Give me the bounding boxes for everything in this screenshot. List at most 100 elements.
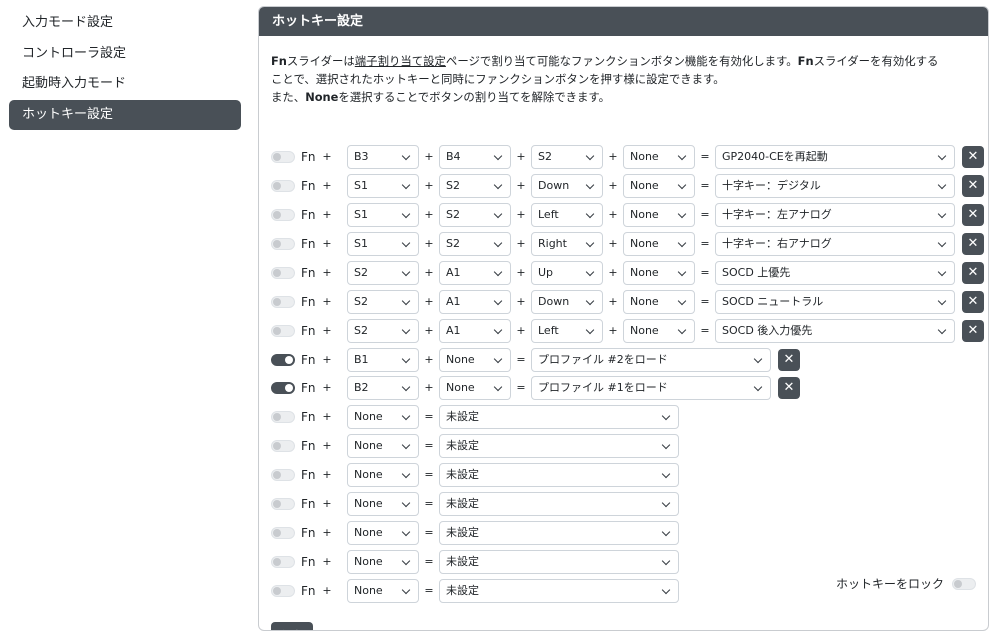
fn-toggle[interactable] xyxy=(271,556,295,569)
button-select[interactable]: S2 xyxy=(347,289,419,314)
button-select[interactable]: None xyxy=(623,145,695,169)
button-select[interactable]: B2 xyxy=(347,376,419,401)
button-select[interactable]: B4 xyxy=(439,145,511,169)
button-select[interactable]: Left xyxy=(531,202,603,227)
button-select[interactable]: None xyxy=(347,405,419,430)
action-select[interactable]: SOCD ニュートラル xyxy=(715,289,955,314)
fn-toggle[interactable] xyxy=(271,266,295,279)
delete-hotkey-button[interactable]: ✕ xyxy=(962,174,984,197)
sidebar-item-hotkey-settings[interactable]: ホットキー設定 xyxy=(9,99,241,130)
action-select[interactable]: 未設定 xyxy=(439,463,679,488)
action-select[interactable]: 未設定 xyxy=(439,405,679,430)
button-select[interactable]: S2 xyxy=(439,173,511,198)
action-select[interactable]: 未設定 xyxy=(439,492,679,517)
fn-toggle[interactable] xyxy=(271,498,295,511)
button-select[interactable]: A1 xyxy=(439,318,511,343)
fn-toggle[interactable] xyxy=(271,382,295,395)
action-select[interactable]: プロファイル #2をロード xyxy=(531,347,771,372)
chevron-down-icon xyxy=(493,267,503,276)
button-select[interactable]: S2 xyxy=(531,145,603,169)
button-select[interactable]: Down xyxy=(531,173,603,198)
action-select[interactable]: SOCD 上優先 xyxy=(715,260,955,285)
button-select[interactable]: None xyxy=(347,521,419,546)
action-select[interactable]: SOCD 後入力優先 xyxy=(715,318,955,343)
button-select[interactable]: None xyxy=(623,260,695,285)
delete-hotkey-button[interactable]: ✕ xyxy=(778,377,800,400)
button-select[interactable]: None xyxy=(623,173,695,198)
button-select[interactable]: Up xyxy=(531,260,603,285)
action-select[interactable]: プロファイル #1をロード xyxy=(531,376,771,401)
equals-sign: = xyxy=(424,439,434,453)
action-select[interactable]: 未設定 xyxy=(439,521,679,546)
chevron-down-icon xyxy=(661,556,671,566)
action-select[interactable]: 未設定 xyxy=(439,578,679,603)
save-button[interactable]: 保存 xyxy=(271,622,313,630)
plus-sign: + xyxy=(608,265,618,279)
delete-hotkey-button[interactable]: ✕ xyxy=(962,203,984,226)
delete-hotkey-button[interactable]: ✕ xyxy=(962,319,984,342)
sidebar-item-boot-input-mode[interactable]: 起動時入力モード xyxy=(9,69,241,99)
button-select[interactable]: S1 xyxy=(347,173,419,198)
button-select[interactable]: Left xyxy=(531,318,603,343)
button-select[interactable]: S2 xyxy=(347,318,419,343)
action-select[interactable]: 未設定 xyxy=(439,550,679,575)
fn-toggle[interactable] xyxy=(271,411,295,424)
sidebar-item-input-mode[interactable]: 入力モード設定 xyxy=(9,8,241,38)
fn-toggle[interactable] xyxy=(271,179,295,192)
fn-toggle[interactable] xyxy=(271,440,295,453)
button-select[interactable]: Down xyxy=(531,289,603,314)
button-select[interactable]: S2 xyxy=(439,202,511,227)
delete-hotkey-button[interactable]: ✕ xyxy=(962,232,984,255)
chevron-down-icon xyxy=(401,296,411,305)
delete-hotkey-button[interactable]: ✕ xyxy=(962,261,984,284)
delete-hotkey-button[interactable]: ✕ xyxy=(778,348,800,371)
button-select[interactable]: None xyxy=(347,578,419,603)
button-select[interactable]: None xyxy=(439,347,511,372)
button-select[interactable]: None xyxy=(623,318,695,343)
button-select[interactable]: A1 xyxy=(439,260,511,285)
delete-hotkey-button[interactable]: ✕ xyxy=(962,146,984,168)
pin-mapping-link[interactable]: 端子割り当て設定 xyxy=(355,54,446,68)
action-select[interactable]: 未設定 xyxy=(439,434,679,459)
button-select[interactable]: S2 xyxy=(347,260,419,285)
fn-toggle[interactable] xyxy=(271,324,295,337)
fn-toggle[interactable] xyxy=(271,237,295,250)
fn-toggle[interactable] xyxy=(271,353,295,366)
button-select[interactable]: S1 xyxy=(347,202,419,227)
action-select[interactable]: GP2040-CEを再起動 xyxy=(715,145,955,169)
button-select[interactable]: Right xyxy=(531,231,603,256)
button-select[interactable]: B3 xyxy=(347,145,419,169)
button-select[interactable]: None xyxy=(347,550,419,575)
button-select[interactable]: S2 xyxy=(439,231,511,256)
plus-sign: + xyxy=(608,150,618,163)
fn-toggle[interactable] xyxy=(271,208,295,221)
plus-sign: + xyxy=(424,265,434,279)
button-select[interactable]: B1 xyxy=(347,347,419,372)
fn-toggle[interactable] xyxy=(271,527,295,540)
button-select[interactable]: A1 xyxy=(439,289,511,314)
button-select[interactable]: None xyxy=(623,202,695,227)
button-select[interactable]: None xyxy=(347,463,419,488)
fn-toggle[interactable] xyxy=(271,295,295,308)
button-select[interactable]: None xyxy=(623,231,695,256)
fn-toggle[interactable] xyxy=(271,469,295,482)
button-select[interactable]: None xyxy=(439,376,511,401)
button-select[interactable]: None xyxy=(623,289,695,314)
chevron-down-icon xyxy=(677,267,687,276)
sidebar-item-controller-settings[interactable]: コントローラ設定 xyxy=(9,39,241,69)
action-select[interactable]: 十字キー：左アナログ xyxy=(715,202,955,227)
hotkey-lock-toggle[interactable] xyxy=(952,578,976,590)
button-select-value: S2 xyxy=(354,323,368,337)
button-select[interactable]: None xyxy=(347,492,419,517)
fn-toggle[interactable] xyxy=(271,584,295,597)
action-select-value: 十字キー：右アナログ xyxy=(722,236,832,250)
chevron-down-icon xyxy=(493,209,503,219)
action-select[interactable]: 十字キー：右アナログ xyxy=(715,231,955,256)
delete-hotkey-button[interactable]: ✕ xyxy=(962,290,984,313)
chevron-down-icon xyxy=(493,354,503,363)
button-select[interactable]: None xyxy=(347,434,419,459)
button-select[interactable]: S1 xyxy=(347,231,419,256)
fn-toggle[interactable] xyxy=(271,151,295,163)
action-select[interactable]: 十字キー：デジタル xyxy=(715,173,955,198)
chevron-down-icon xyxy=(661,412,671,421)
